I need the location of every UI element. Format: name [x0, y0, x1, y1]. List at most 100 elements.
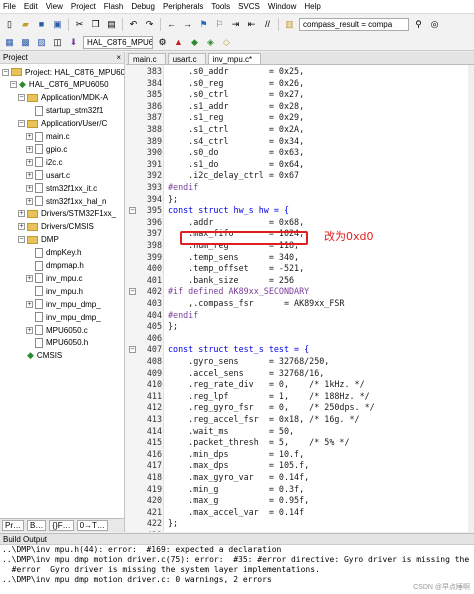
load-icon[interactable]: ⬇ [67, 36, 80, 49]
cut-icon[interactable]: ✂ [73, 18, 86, 31]
menu-item-project[interactable]: Project [71, 2, 96, 11]
outdent-icon[interactable]: ⇤ [245, 18, 258, 31]
batch-build-icon[interactable]: ◫ [51, 36, 64, 49]
tree-item[interactable]: − DMP [18, 234, 59, 246]
tree-item[interactable]: + MPU6050.c [26, 324, 88, 336]
tree-item[interactable]: inv_mpu_dmp_ [26, 311, 101, 323]
expand-toggle-icon[interactable]: + [18, 210, 25, 218]
target-options-icon[interactable]: ⚙ [156, 36, 169, 49]
undo-icon[interactable]: ↶ [127, 18, 140, 31]
tree-item[interactable]: + inv_mpu.c [26, 272, 82, 284]
expand-toggle-icon[interactable]: + [26, 184, 33, 192]
expand-toggle-icon[interactable]: − [18, 120, 25, 128]
file-icon [35, 144, 43, 155]
run-time-env-icon[interactable]: ◈ [204, 36, 217, 49]
menu-item-file[interactable]: File [3, 2, 16, 11]
editor-tab[interactable]: main.c [128, 53, 166, 64]
pack-installer-icon[interactable]: ◇ [220, 36, 233, 49]
find-in-files-icon[interactable]: ▥ [283, 18, 296, 31]
close-icon[interactable]: × [116, 53, 121, 62]
menu-item-flash[interactable]: Flash [104, 2, 124, 11]
menu-item-svcs[interactable]: SVCS [238, 2, 260, 11]
save-icon[interactable]: ■ [35, 18, 48, 31]
target-combo[interactable]: HAL_C8T6_MPU6050 [83, 35, 153, 49]
open-folder-icon[interactable]: ▰ [19, 18, 32, 31]
line-number: 409 [146, 367, 162, 378]
paste-icon[interactable]: ▤ [105, 18, 118, 31]
menu-item-view[interactable]: View [46, 2, 63, 11]
menu-item-window[interactable]: Window [268, 2, 296, 11]
tree-item[interactable]: + usart.c [26, 169, 70, 181]
tree-item-label: dmpKey.h [46, 248, 82, 258]
editor-tab[interactable]: usart.c [167, 53, 206, 64]
find-icon[interactable]: ⚲ [412, 18, 425, 31]
redo-icon[interactable]: ↷ [143, 18, 156, 31]
expand-toggle-icon[interactable]: − [2, 68, 9, 76]
bookmark-icon[interactable]: ⚑ [197, 18, 210, 31]
expand-toggle-icon[interactable]: − [10, 81, 17, 89]
panel-tab[interactable]: B… [27, 520, 47, 531]
expand-toggle-icon[interactable]: + [18, 223, 25, 231]
menu-item-tools[interactable]: Tools [211, 2, 230, 11]
save-all-icon[interactable]: ▣ [51, 18, 64, 31]
menu-item-debug[interactable]: Debug [131, 2, 155, 11]
code-view[interactable]: 383 .s0_addr = 0x25, 384 .s0_reg = 0x26, 3… [126, 65, 474, 532]
expand-toggle-icon[interactable]: − [18, 236, 25, 244]
panel-tab[interactable]: 0→T… [76, 520, 108, 531]
expand-toggle-icon[interactable]: + [26, 197, 33, 205]
line-number: 420 [146, 495, 162, 506]
translate-icon[interactable]: ▦ [3, 36, 16, 49]
nav-back-icon[interactable]: ← [165, 18, 178, 31]
expand-toggle-icon[interactable]: + [26, 300, 33, 308]
tree-item[interactable]: + inv_mpu_dmp_ [26, 298, 101, 310]
expand-toggle-icon[interactable]: + [26, 274, 33, 282]
tree-item[interactable]: + stm32f1xx_hal_n [26, 195, 106, 207]
tree-item[interactable]: inv_mpu.h [26, 285, 83, 297]
tree-item[interactable]: + Drivers/CMSIS [18, 221, 94, 233]
expand-toggle-icon[interactable]: + [26, 326, 33, 334]
tree-item[interactable]: MPU6050.h [26, 337, 88, 349]
tree-item[interactable]: + i2c.c [26, 156, 62, 168]
fold-toggle-icon[interactable]: − [129, 346, 136, 354]
new-file-icon[interactable]: ▯ [3, 18, 16, 31]
select-packs-icon[interactable]: ◆ [188, 36, 201, 49]
panel-tab[interactable]: Pr… [2, 520, 24, 531]
indent-icon[interactable]: ⇥ [229, 18, 242, 31]
fold-toggle-icon[interactable]: − [129, 288, 136, 296]
file-icon [35, 299, 43, 310]
menu-item-edit[interactable]: Edit [24, 2, 38, 11]
tree-item[interactable]: + gpio.c [26, 143, 67, 155]
tree-item[interactable]: dmpKey.h [26, 247, 81, 259]
editor-tab[interactable]: inv_mpu.c* [207, 53, 262, 64]
tree-item[interactable]: + stm32f1xx_it.c [26, 182, 97, 194]
tree-item[interactable]: − Application/MDK-A [18, 92, 108, 104]
find-combo[interactable]: compass_result = compa [299, 17, 409, 31]
tree-item[interactable]: dmpmap.h [26, 260, 84, 272]
tree-item[interactable]: startup_stm32f1 [26, 105, 103, 117]
manage-project-icon[interactable]: ▲ [172, 36, 185, 49]
expand-toggle-icon[interactable]: − [18, 94, 25, 102]
bookmark-prev-icon[interactable]: ⚐ [213, 18, 226, 31]
file-icon [35, 325, 43, 335]
expand-toggle-icon[interactable]: + [26, 171, 33, 179]
vertical-scrollbar[interactable] [468, 65, 474, 532]
tree-item[interactable]: + Drivers/STM32F1xx_ [18, 208, 116, 220]
expand-toggle-icon[interactable]: + [26, 145, 33, 153]
tree-item[interactable]: + main.c [26, 131, 70, 143]
nav-forward-icon[interactable]: → [181, 18, 194, 31]
expand-toggle-icon[interactable]: + [26, 158, 33, 166]
copy-icon[interactable]: ❐ [89, 18, 102, 31]
panel-tab[interactable]: {}F… [49, 520, 74, 531]
tree-item[interactable]: − Application/User/C [18, 118, 107, 130]
menu-item-peripherals[interactable]: Peripherals [163, 2, 203, 11]
incremental-find-icon[interactable]: ◎ [428, 18, 441, 31]
fold-toggle-icon[interactable]: − [129, 207, 136, 215]
expand-toggle-icon[interactable]: + [26, 133, 33, 140]
tree-item[interactable]: − ◆ HAL_C8T6_MPU6050 [10, 79, 109, 91]
tree-item[interactable]: ◆ CMSIS [18, 350, 62, 362]
tree-item[interactable]: − Project: HAL_C8T6_MPU6050 [2, 66, 124, 78]
rebuild-icon[interactable]: ▨ [35, 36, 48, 49]
build-icon[interactable]: ▩ [19, 36, 32, 49]
comment-icon[interactable]: // [261, 18, 274, 31]
menu-item-help[interactable]: Help [304, 2, 320, 11]
